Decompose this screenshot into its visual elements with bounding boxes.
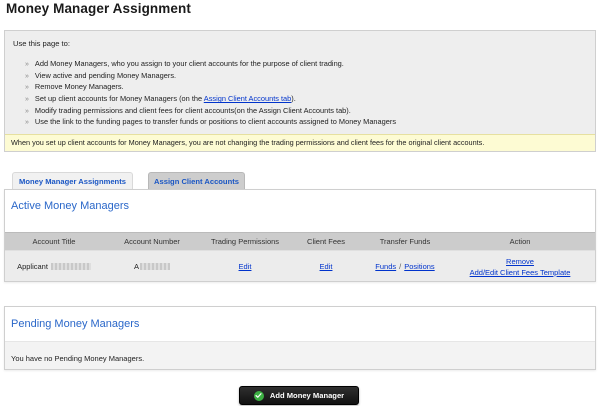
- column-header-transfer-funds: Transfer Funds: [379, 237, 431, 246]
- transfer-funds-link[interactable]: Funds: [375, 262, 396, 271]
- account-title: Applicant: [17, 262, 48, 271]
- column-header-action: Action: [509, 237, 531, 246]
- chevron-right-icon: »: [25, 119, 29, 127]
- account-number-cell: A: [103, 251, 201, 282]
- active-money-managers-panel: Active Money Managers Account Title Acco…: [4, 189, 596, 282]
- transfer-funds-cell: Funds / Positions: [357, 251, 453, 282]
- column-header-account-number: Account Number: [124, 237, 180, 246]
- column-header-account-title: Account Title: [32, 237, 76, 246]
- info-box: Use this page to: » Add Money Managers, w…: [4, 30, 596, 152]
- info-list-item: » Modify trading permissions and client f…: [25, 105, 351, 115]
- trading-permissions-cell: Edit: [195, 251, 295, 282]
- check-icon: [253, 390, 264, 401]
- info-list-item: » Remove Money Managers.: [25, 82, 124, 92]
- redacted-mask: [140, 263, 170, 270]
- client-fees-template-link[interactable]: Add/Edit Client Fees Template: [470, 267, 571, 278]
- tab-money-manager-assignments[interactable]: Money Manager Assignments: [12, 172, 133, 190]
- page-title: Money Manager Assignment: [6, 1, 191, 16]
- info-list-item: » Set up client accounts for Money Manage…: [25, 94, 296, 104]
- info-intro: Use this page to:: [13, 39, 70, 48]
- column-header-trading-permissions: Trading Permissions: [210, 237, 280, 246]
- chevron-right-icon: »: [25, 61, 29, 68]
- chevron-right-icon: »: [25, 84, 29, 92]
- chevron-right-icon: »: [25, 72, 29, 80]
- pending-empty-message: You have no Pending Money Managers.: [11, 354, 145, 363]
- pending-money-managers-panel: Pending Money Managers You have no Pendi…: [4, 306, 596, 370]
- action-links: Remove Add/Edit Client Fees Template: [470, 256, 571, 278]
- info-list-item: » View active and pending Money Managers.: [25, 70, 177, 80]
- table-header: Account Title Account Number Trading Per…: [5, 232, 595, 250]
- add-money-manager-button[interactable]: Add Money Manager: [239, 386, 359, 405]
- chevron-right-icon: »: [25, 107, 29, 115]
- info-list-item: » Use the link to the funding pages to tr…: [25, 117, 397, 127]
- info-note: When you set up client accounts for Mone…: [5, 134, 595, 151]
- redacted-mask: [50, 263, 91, 270]
- add-money-manager-label: Add Money Manager: [269, 391, 345, 400]
- table-row: Applicant A Edit Edit Funds / Positions Re…: [5, 250, 595, 281]
- remove-link[interactable]: Remove: [506, 256, 534, 267]
- account-number: A: [133, 262, 139, 271]
- edit-client-fees-link[interactable]: Edit: [320, 262, 333, 271]
- tab-assign-client-accounts[interactable]: Assign Client Accounts: [148, 172, 245, 190]
- chevron-right-icon: »: [25, 96, 29, 104]
- assign-client-accounts-link[interactable]: Assign Client Accounts tab: [204, 94, 292, 103]
- active-money-managers-title: Active Money Managers: [11, 200, 129, 212]
- info-list-item: » Add Money Managers, who you assign to y…: [25, 59, 344, 68]
- transfer-positions-link[interactable]: Positions: [404, 262, 434, 271]
- info-list: » Add Money Managers, who you assign to y…: [25, 58, 396, 128]
- account-title-cell: Applicant: [5, 251, 103, 282]
- link-separator: /: [399, 262, 402, 271]
- edit-trading-permissions-link[interactable]: Edit: [239, 262, 252, 271]
- pending-money-managers-title: Pending Money Managers: [11, 318, 140, 330]
- action-cell: Remove Add/Edit Client Fees Template: [445, 251, 595, 282]
